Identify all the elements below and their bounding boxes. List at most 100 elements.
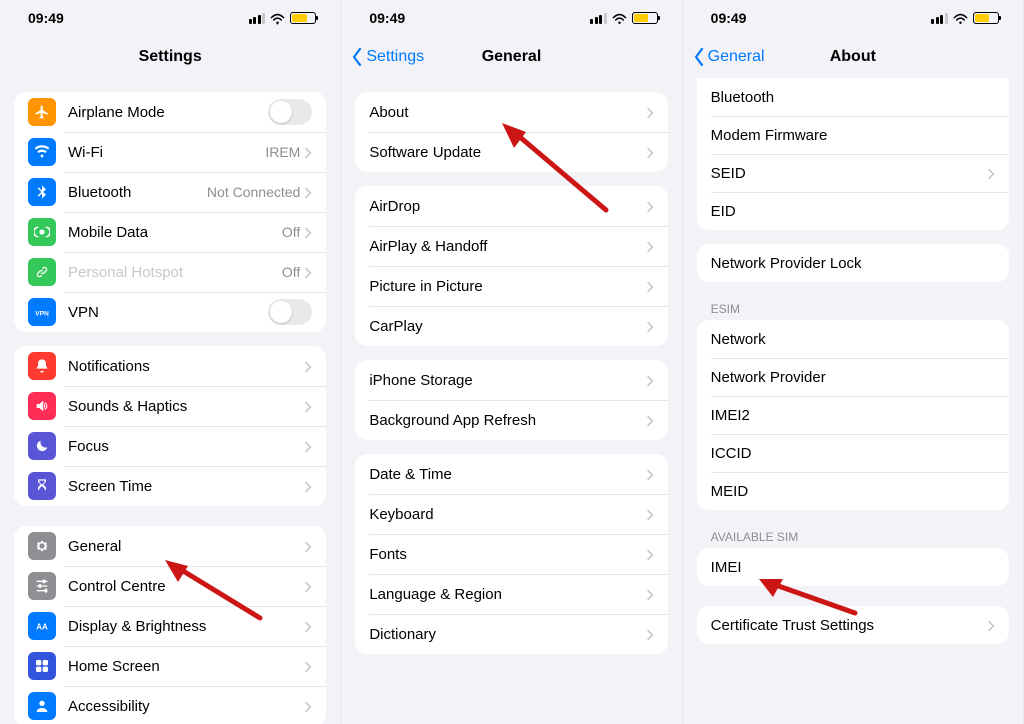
row-label: Mobile Data	[68, 224, 282, 241]
row-sounds[interactable]: Sounds & Haptics	[14, 386, 326, 426]
row-label: Date & Time	[369, 466, 645, 483]
row-storage[interactable]: iPhone Storage	[355, 360, 667, 400]
chevron-right-icon	[646, 146, 654, 158]
chevron-right-icon	[646, 280, 654, 292]
status-right	[590, 12, 658, 24]
row-lang[interactable]: Language & Region	[355, 574, 667, 614]
battery-icon	[290, 12, 316, 24]
row-imei[interactable]: IMEI	[697, 548, 1009, 586]
row-label: Focus	[68, 438, 304, 455]
vpn-icon: VPN	[28, 298, 56, 326]
group-datetime: Date & Time Keyboard FontsLanguage & Regio…	[355, 454, 667, 654]
row-fonts[interactable]: Fonts	[355, 534, 667, 574]
row-nprovider[interactable]: Network Provider	[697, 358, 1009, 396]
row-screentime[interactable]: Screen Time	[14, 466, 326, 506]
navbar: General About	[683, 36, 1023, 78]
row-nplock[interactable]: Network Provider Lock	[697, 244, 1009, 282]
row-label: Certificate Trust Settings	[711, 617, 987, 634]
chevron-right-icon	[304, 480, 312, 492]
chevron-right-icon	[304, 146, 312, 158]
group-general: General Control Centre AADisplay & Brightn…	[14, 526, 326, 724]
row-seid[interactable]: SEID	[697, 154, 1009, 192]
chevron-right-icon	[987, 167, 995, 179]
row-airdrop[interactable]: AirDrop	[355, 186, 667, 226]
wifi-icon	[28, 138, 56, 166]
row-label: AirPlay & Handoff	[369, 238, 645, 255]
status-time: 09:49	[711, 10, 747, 26]
link-icon	[28, 258, 56, 286]
row-vpn[interactable]: VPN VPN	[14, 292, 326, 332]
chevron-right-icon	[304, 186, 312, 198]
row-label: Control Centre	[68, 578, 304, 595]
bluetooth-icon	[28, 178, 56, 206]
row-label: Keyboard	[369, 506, 645, 523]
row-label: CarPlay	[369, 318, 645, 335]
row-dict[interactable]: Dictionary	[355, 614, 667, 654]
row-wifi[interactable]: Wi-FiIREM	[14, 132, 326, 172]
battery-icon	[632, 12, 658, 24]
row-label: Network	[711, 331, 995, 348]
navbar: Settings	[0, 36, 340, 78]
row-bt[interactable]: Bluetooth	[697, 78, 1009, 116]
chevron-right-icon	[646, 468, 654, 480]
row-notifications[interactable]: Notifications	[14, 346, 326, 386]
screen-about: 09:49 General About BluetoothModem Firmw…	[683, 0, 1024, 724]
cellular-icon	[590, 13, 607, 24]
wifi-icon	[270, 12, 285, 24]
row-bluetooth[interactable]: BluetoothNot Connected	[14, 172, 326, 212]
row-cert[interactable]: Certificate Trust Settings	[697, 606, 1009, 644]
grid-icon	[28, 652, 56, 680]
row-label: Network Provider Lock	[711, 255, 995, 272]
row-label: Sounds & Haptics	[68, 398, 304, 415]
row-carplay[interactable]: CarPlay	[355, 306, 667, 346]
row-display[interactable]: AADisplay & Brightness	[14, 606, 326, 646]
row-iccid[interactable]: ICCID	[697, 434, 1009, 472]
toggle[interactable]	[268, 99, 312, 125]
screen-settings: 09:49 Settings Airplane ModeWi-FiIREMBlu…	[0, 0, 341, 724]
back-button[interactable]: General	[693, 36, 765, 78]
chevron-right-icon	[646, 548, 654, 560]
row-home[interactable]: Home Screen	[14, 646, 326, 686]
sliders-icon	[28, 572, 56, 600]
row-eid[interactable]: EID	[697, 192, 1009, 230]
row-value: Off	[282, 264, 300, 280]
chevron-right-icon	[304, 266, 312, 278]
row-hotspot[interactable]: Personal HotspotOff	[14, 252, 326, 292]
person-icon	[28, 692, 56, 720]
row-general[interactable]: General	[14, 526, 326, 566]
row-refresh[interactable]: Background App Refresh	[355, 400, 667, 440]
row-label: IMEI2	[711, 407, 995, 424]
row-airplane[interactable]: Airplane Mode	[14, 92, 326, 132]
navbar: Settings General	[341, 36, 681, 78]
group-esim: Network Network Provider IMEI2 ICCID MEID	[697, 320, 1009, 510]
row-mobile[interactable]: Mobile DataOff	[14, 212, 326, 252]
row-accessibility[interactable]: Accessibility	[14, 686, 326, 724]
row-modem[interactable]: Modem Firmware	[697, 116, 1009, 154]
row-software[interactable]: Software Update	[355, 132, 667, 172]
toggle[interactable]	[268, 299, 312, 325]
row-label: Display & Brightness	[68, 618, 304, 635]
row-label: Notifications	[68, 358, 304, 375]
row-label: Home Screen	[68, 658, 304, 675]
section-available-sim: AVAILABLE SIM	[711, 530, 995, 544]
row-datetime[interactable]: Date & Time	[355, 454, 667, 494]
row-label: About	[369, 104, 645, 121]
row-airplay[interactable]: AirPlay & Handoff	[355, 226, 667, 266]
content: About Software Update AirDrop AirPlay & Ha…	[341, 78, 681, 724]
row-network[interactable]: Network	[697, 320, 1009, 358]
row-about[interactable]: About	[355, 92, 667, 132]
row-focus[interactable]: Focus	[14, 426, 326, 466]
moon-icon	[28, 432, 56, 460]
chevron-right-icon	[646, 374, 654, 386]
row-label: VPN	[68, 304, 268, 321]
row-pip[interactable]: Picture in Picture	[355, 266, 667, 306]
row-control[interactable]: Control Centre	[14, 566, 326, 606]
back-button[interactable]: Settings	[351, 36, 424, 78]
row-label: EID	[711, 203, 995, 220]
chevron-right-icon	[304, 620, 312, 632]
row-meid[interactable]: MEID	[697, 472, 1009, 510]
row-imei2[interactable]: IMEI2	[697, 396, 1009, 434]
row-label: Dictionary	[369, 626, 645, 643]
row-keyboard[interactable]: Keyboard	[355, 494, 667, 534]
row-label: ICCID	[711, 445, 995, 462]
